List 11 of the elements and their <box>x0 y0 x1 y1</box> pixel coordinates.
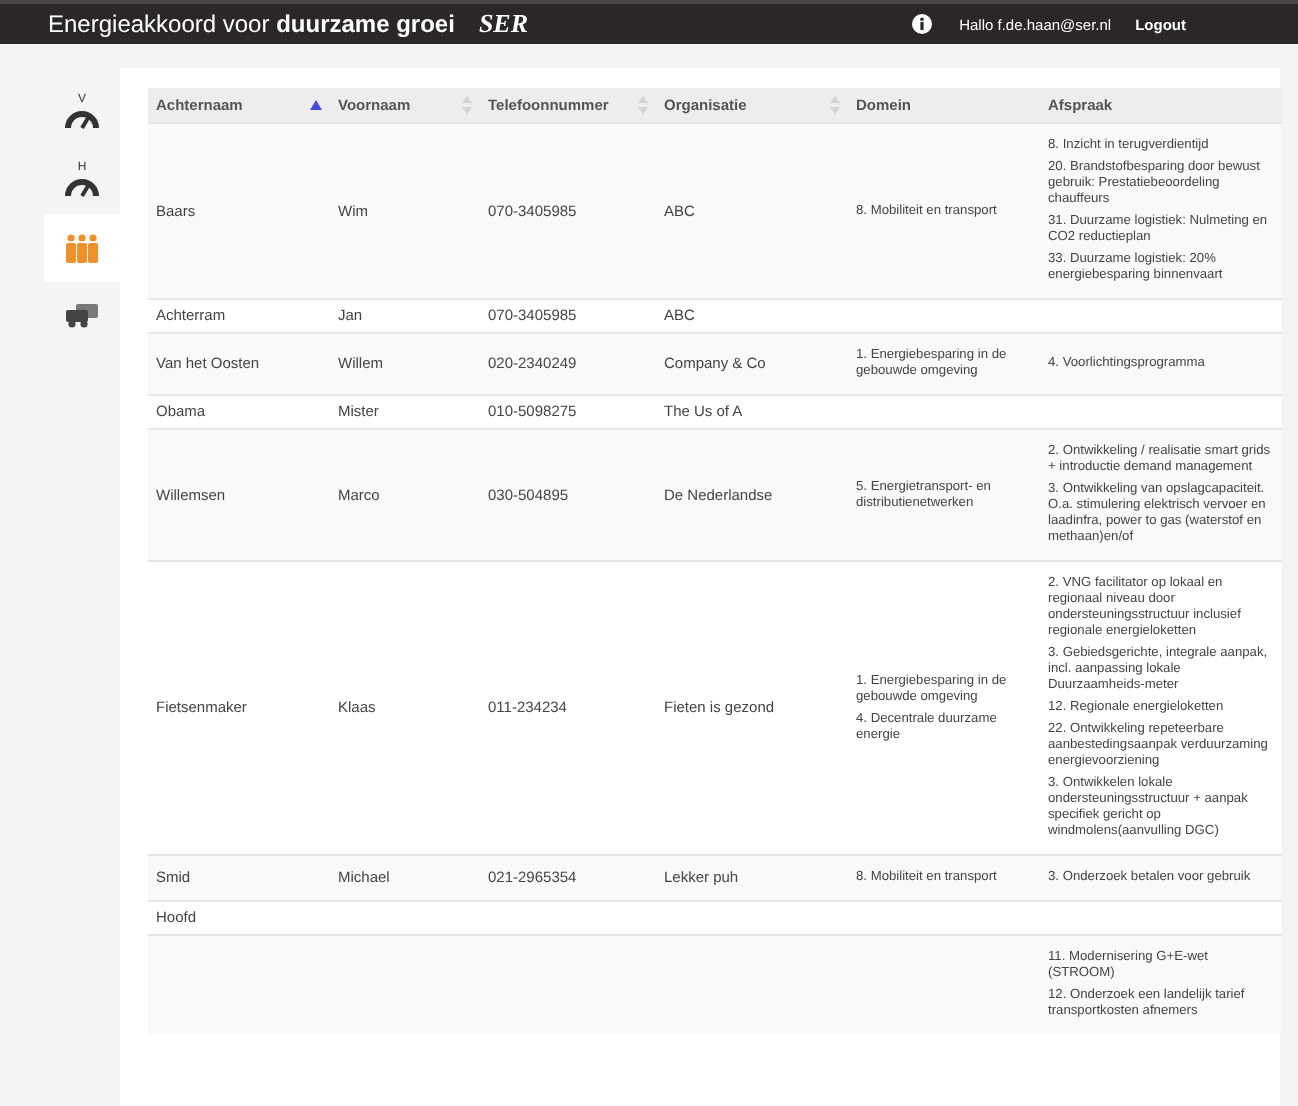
vehicles-icon <box>66 304 98 328</box>
people-icon <box>64 233 100 263</box>
app-title: Energieakkoord voor duurzame groei <box>48 10 455 38</box>
sort-icon <box>462 96 472 114</box>
sort-ascending-icon <box>310 100 322 110</box>
gauge-icon <box>64 176 100 198</box>
gauge-icon <box>64 108 100 130</box>
sort-icon <box>638 96 648 114</box>
ser-logo: SER <box>478 8 529 40</box>
sort-icon <box>830 96 840 114</box>
info-icon[interactable] <box>911 14 932 34</box>
